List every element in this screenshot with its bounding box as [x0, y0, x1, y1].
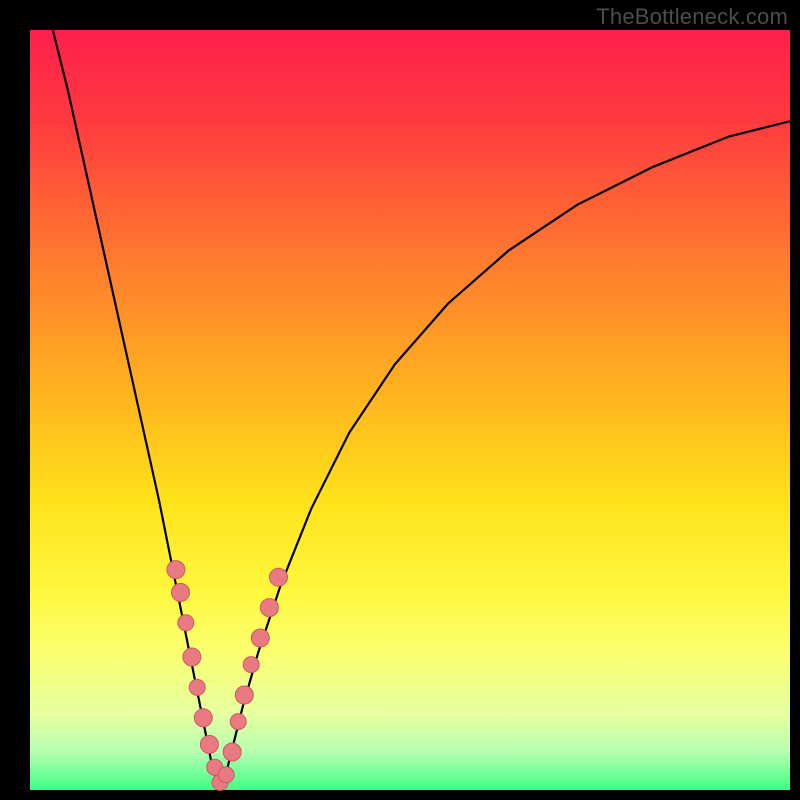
data-point: [260, 599, 278, 617]
data-point: [235, 686, 253, 704]
data-point: [194, 709, 212, 727]
data-point: [172, 583, 190, 601]
data-point: [200, 735, 218, 753]
bottleneck-curve-chart: [0, 0, 800, 800]
data-point: [223, 743, 241, 761]
chart-frame: TheBottleneck.com: [0, 0, 800, 800]
data-point: [243, 657, 259, 673]
plot-background: [30, 30, 790, 790]
data-point: [189, 679, 205, 695]
data-point: [178, 615, 194, 631]
data-point: [230, 714, 246, 730]
data-point: [270, 568, 288, 586]
data-point: [251, 629, 269, 647]
data-point: [167, 561, 185, 579]
data-point: [218, 767, 234, 783]
data-point: [183, 648, 201, 666]
watermark-text: TheBottleneck.com: [596, 4, 788, 30]
